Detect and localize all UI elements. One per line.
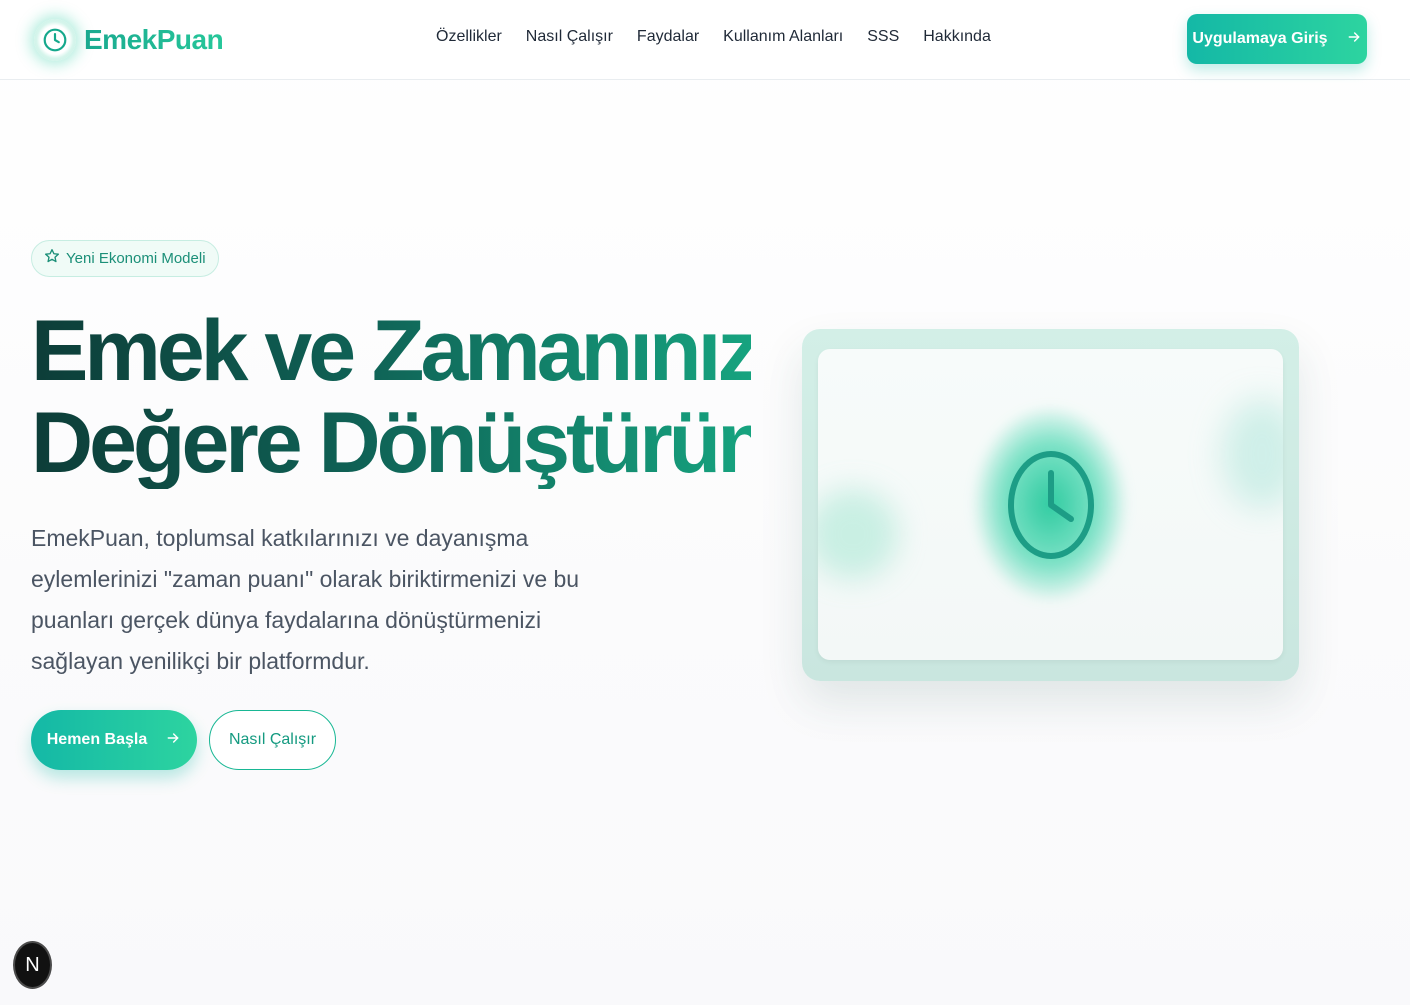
nav-item-how-it-works: Nasıl Çalışır <box>526 28 613 46</box>
hero-title: Emek ve Zamanınızı Değere Dönüştürün <box>31 305 751 489</box>
get-started-button[interactable]: Hemen Başla <box>31 710 197 770</box>
hero-title-line-2: Değere Dönüştürün <box>31 395 766 491</box>
nav-item-faq: SSS <box>867 28 899 46</box>
arrow-right-icon <box>165 730 181 751</box>
new-model-badge: Yeni Ekonomi Modeli <box>31 240 219 277</box>
decorative-glow-left <box>818 489 898 579</box>
badge-label: Yeni Ekonomi Modeli <box>66 250 206 267</box>
nav-item-about: Hakkında <box>923 28 991 46</box>
illustration-card <box>818 349 1283 660</box>
nav-item-benefits: Faydalar <box>637 28 699 46</box>
get-started-label: Hemen Başla <box>46 731 148 748</box>
clock-icon <box>1008 451 1094 559</box>
app-login-label: Uygulamaya Giriş <box>1192 30 1328 47</box>
hero-description: EmekPuan, toplumsal katkılarınızı ve day… <box>31 525 580 674</box>
floating-n-badge[interactable]: N <box>13 941 52 989</box>
site-header: EmekPuan Özellikler Nasıl Çalışır Faydal… <box>0 0 1410 80</box>
arrow-right-icon <box>1346 29 1362 50</box>
nav-link-use-cases[interactable]: Kullanım Alanları <box>723 28 843 45</box>
nav-link-how-it-works[interactable]: Nasıl Çalışır <box>526 28 613 45</box>
decorative-glow-right <box>1222 399 1283 509</box>
nav-link-about[interactable]: Hakkında <box>923 28 991 45</box>
nav-link-faq[interactable]: SSS <box>867 28 899 45</box>
brand-name: EmekPuan <box>84 24 224 55</box>
nav-link-features[interactable]: Özellikler <box>436 28 502 45</box>
n-badge-letter: N <box>25 953 40 976</box>
nav-item-features: Özellikler <box>436 28 502 46</box>
hero-illustration <box>802 329 1299 681</box>
clock-icon <box>34 19 76 61</box>
nav-item-use-cases: Kullanım Alanları <box>723 28 843 46</box>
how-it-works-label: Nasıl Çalışır <box>228 731 317 748</box>
star-icon <box>44 248 60 269</box>
app-login-button[interactable]: Uygulamaya Giriş <box>1187 14 1367 64</box>
brand-logo[interactable]: EmekPuan <box>34 18 224 62</box>
nav-link-benefits[interactable]: Faydalar <box>637 28 699 45</box>
hero-title-line-1: Emek ve Zamanınızı <box>31 303 777 399</box>
main-nav: Özellikler Nasıl Çalışır Faydalar Kullan… <box>436 28 991 46</box>
how-it-works-button[interactable]: Nasıl Çalışır <box>209 710 336 770</box>
